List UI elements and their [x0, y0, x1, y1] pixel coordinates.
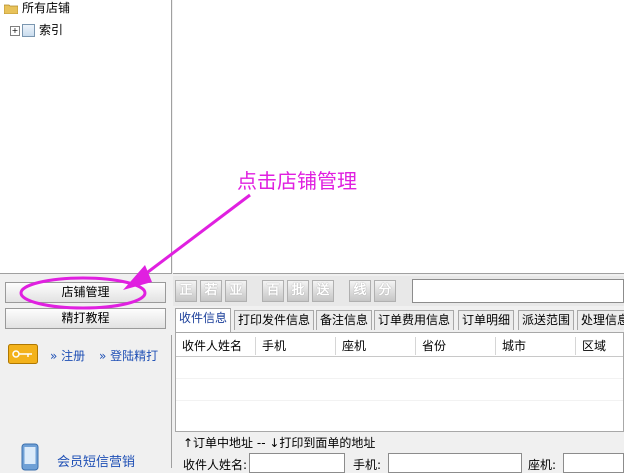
sms-marketing-link[interactable]: 会员短信营销 — [57, 451, 135, 470]
row-divider — [176, 400, 623, 401]
row-divider — [176, 378, 623, 379]
tab-remarks[interactable]: 备注信息 — [316, 310, 373, 330]
annotation-text: 点击店铺管理 — [237, 169, 357, 193]
header-divider — [176, 356, 623, 357]
column-header[interactable]: 区域 — [576, 337, 624, 355]
column-header[interactable]: 座机 — [336, 337, 416, 355]
phone-field[interactable] — [563, 453, 624, 473]
folder-icon — [4, 4, 18, 14]
toolbar-button-5[interactable]: 批 — [287, 280, 309, 302]
tab-sender-print-info[interactable]: 打印发件信息 — [234, 310, 315, 330]
tab-order-details[interactable]: 订单明细 — [458, 310, 515, 330]
tree-root-label: 所有店铺 — [22, 1, 71, 15]
search-input[interactable] — [412, 279, 624, 303]
index-node-icon — [22, 24, 35, 37]
tree-root[interactable]: 所有店铺 — [4, 0, 70, 16]
login-link[interactable]: » 登陆精打 — [99, 347, 158, 364]
tab-order-fees[interactable]: 订单费用信息 — [374, 310, 455, 330]
store-manage-button[interactable]: 店铺管理 — [5, 282, 166, 303]
toolbar-button-3[interactable]: 亚 — [225, 280, 247, 302]
double-chevron-icon: » — [99, 349, 107, 363]
register-link[interactable]: » 注册 — [50, 347, 85, 364]
column-header[interactable]: 城市 — [496, 337, 576, 355]
toolbar-button-4[interactable]: 百 — [262, 280, 284, 302]
receiver-name-label: 收件人姓名: — [183, 458, 248, 472]
receiver-name-field[interactable] — [249, 453, 345, 473]
receiver-grid[interactable]: 收件人姓名 手机 座机 省份 城市 区域 — [175, 332, 624, 432]
tab-processing-info[interactable]: 处理信息 — [577, 310, 624, 330]
phone-label: 座机: — [528, 458, 557, 472]
column-header[interactable]: 手机 — [256, 337, 336, 355]
address-legend: ↑订单中地址 -- ↓打印到面单的地址 — [183, 436, 376, 450]
toolbar-button-1[interactable]: 正 — [175, 280, 197, 302]
tree-item-index[interactable]: + 索引 — [10, 22, 63, 38]
expand-icon[interactable]: + — [10, 25, 20, 36]
tab-receiver-info[interactable]: 收件信息 — [175, 308, 232, 332]
toolbar-button-8[interactable]: 分 — [374, 280, 396, 302]
phone-icon — [21, 443, 39, 471]
mobile-label: 手机: — [353, 458, 382, 472]
store-tree: 所有店铺 + 索引 — [0, 0, 172, 274]
key-card-icon — [8, 344, 38, 364]
mobile-field[interactable] — [388, 453, 522, 473]
toolbar-button-2[interactable]: 若 — [200, 280, 222, 302]
tab-delivery-range[interactable]: 派送范围 — [518, 310, 575, 330]
main-view — [173, 0, 624, 274]
toolbar-button-6[interactable]: 送 — [312, 280, 334, 302]
detail-tabs: 收件信息 打印发件信息 备注信息 订单费用信息 订单明细 派送范围 处理信息 — [173, 308, 624, 332]
tree-item-label: 索引 — [39, 23, 64, 37]
account-panel: » 注册 » 登陆精打 会员短信营销 — [0, 335, 172, 471]
column-header[interactable]: 收件人姓名 — [176, 337, 256, 355]
double-chevron-icon: » — [50, 349, 58, 363]
column-header[interactable]: 省份 — [416, 337, 496, 355]
toolbar-button-7[interactable]: 线 — [349, 280, 371, 302]
address-section: ↑订单中地址 -- ↓打印到面单的地址 收件人姓名: 手机: 座机: — [175, 434, 624, 473]
tutorial-button[interactable]: 精打教程 — [5, 308, 166, 329]
